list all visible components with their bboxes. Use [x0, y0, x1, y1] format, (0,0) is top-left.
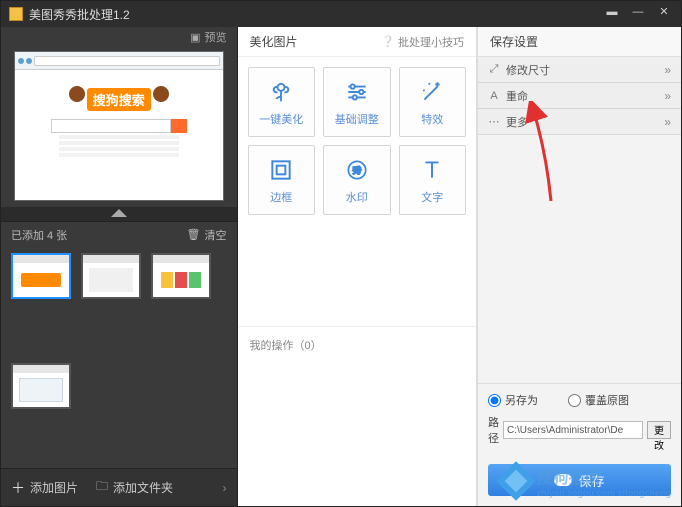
minimize-button[interactable]: —: [627, 5, 649, 21]
change-path-button[interactable]: 更改: [647, 421, 671, 439]
rename-icon: A: [488, 90, 500, 102]
tile-effects[interactable]: 特效: [399, 67, 467, 137]
thumbnail-item[interactable]: [151, 253, 211, 299]
tile-frame[interactable]: 边框: [248, 145, 316, 215]
plus-icon: ＋: [11, 478, 25, 498]
cloud-icon: [554, 474, 572, 486]
add-image-button[interactable]: ＋添加图片: [11, 478, 78, 498]
mid-panel: 美化图片 ❔批处理小技巧 一键美化 基础调整 特效 边框: [238, 27, 478, 506]
thumbnail-item[interactable]: [11, 363, 71, 409]
trash-icon: 🗑: [187, 228, 201, 241]
left-bottom-bar: ＋添加图片 🗀添加文件夹 ›: [1, 468, 237, 506]
close-button[interactable]: ✕: [653, 5, 675, 21]
tile-watermark[interactable]: 秀 水印: [323, 145, 391, 215]
resize-icon: ⤢: [488, 64, 500, 76]
added-count: 已添加 4 张: [11, 227, 67, 243]
more-icon: ⋯: [488, 116, 500, 128]
stamp-icon: 秀: [342, 155, 372, 185]
help-icon: ❔: [381, 35, 395, 48]
thumbs-header: 已添加 4 张 🗑 清空: [1, 221, 237, 247]
clear-button[interactable]: 🗑 清空: [187, 227, 227, 243]
thumbnail-list: [1, 247, 237, 468]
save-settings: 另存为 覆盖原图 路径 更改: [478, 383, 681, 454]
my-operations: 我的操作（0）: [238, 326, 477, 506]
right-title: 保存设置: [490, 33, 538, 50]
chevron-icon: »: [664, 89, 671, 103]
svg-text:秀: 秀: [352, 164, 361, 175]
tile-beautify[interactable]: 一键美化: [248, 67, 316, 137]
accordion-resize[interactable]: ⤢修改尺寸 »: [478, 57, 681, 83]
titlebar: 美图秀秀批处理1.2 ▬ — ✕: [1, 1, 681, 27]
sliders-icon: [342, 77, 372, 107]
radio-overwrite[interactable]: 覆盖原图: [568, 392, 629, 408]
tool-grid: 一键美化 基础调整 特效 边框 秀 水印: [238, 57, 477, 225]
add-folder-button[interactable]: 🗀添加文件夹: [96, 477, 173, 498]
wand-icon: [417, 77, 447, 107]
left-panel: ▣ 预览 搜狗搜索 已添加 4 张 🗑 清空: [1, 27, 238, 506]
preview-label: 预览: [205, 29, 227, 45]
chevron-icon: »: [664, 115, 671, 129]
tile-text[interactable]: 文字: [399, 145, 467, 215]
save-button[interactable]: 保存: [488, 464, 671, 496]
accordion-more[interactable]: ⋯更多 »: [478, 109, 681, 135]
preview-image[interactable]: 搜狗搜索: [14, 51, 224, 201]
thumbnail-item[interactable]: [81, 253, 141, 299]
radio-save-as[interactable]: 另存为: [488, 392, 538, 408]
mid-title: 美化图片: [250, 33, 298, 50]
chevron-right-icon[interactable]: ›: [223, 481, 227, 495]
settings-button[interactable]: ▬: [601, 5, 623, 21]
accordion-rename[interactable]: A重命 »: [478, 83, 681, 109]
app-icon: [9, 7, 23, 21]
thumbnail-item[interactable]: [11, 253, 71, 299]
path-input[interactable]: [503, 421, 643, 439]
tips-link[interactable]: ❔批处理小技巧: [381, 34, 464, 50]
tile-adjust[interactable]: 基础调整: [323, 67, 391, 137]
preview-icon: ▣: [190, 31, 200, 44]
app-title: 美图秀秀批处理1.2: [29, 6, 130, 23]
path-label: 路径: [488, 414, 499, 446]
frame-icon: [266, 155, 296, 185]
chevron-icon: »: [664, 63, 671, 77]
text-icon: [417, 155, 447, 185]
collapse-handle[interactable]: [1, 207, 237, 221]
flower-icon: [266, 77, 296, 107]
folder-icon: 🗀: [96, 477, 108, 498]
right-panel: 保存设置 ⤢修改尺寸 » A重命 » ⋯更多 » 另存为 覆盖原图 路径: [477, 27, 681, 506]
